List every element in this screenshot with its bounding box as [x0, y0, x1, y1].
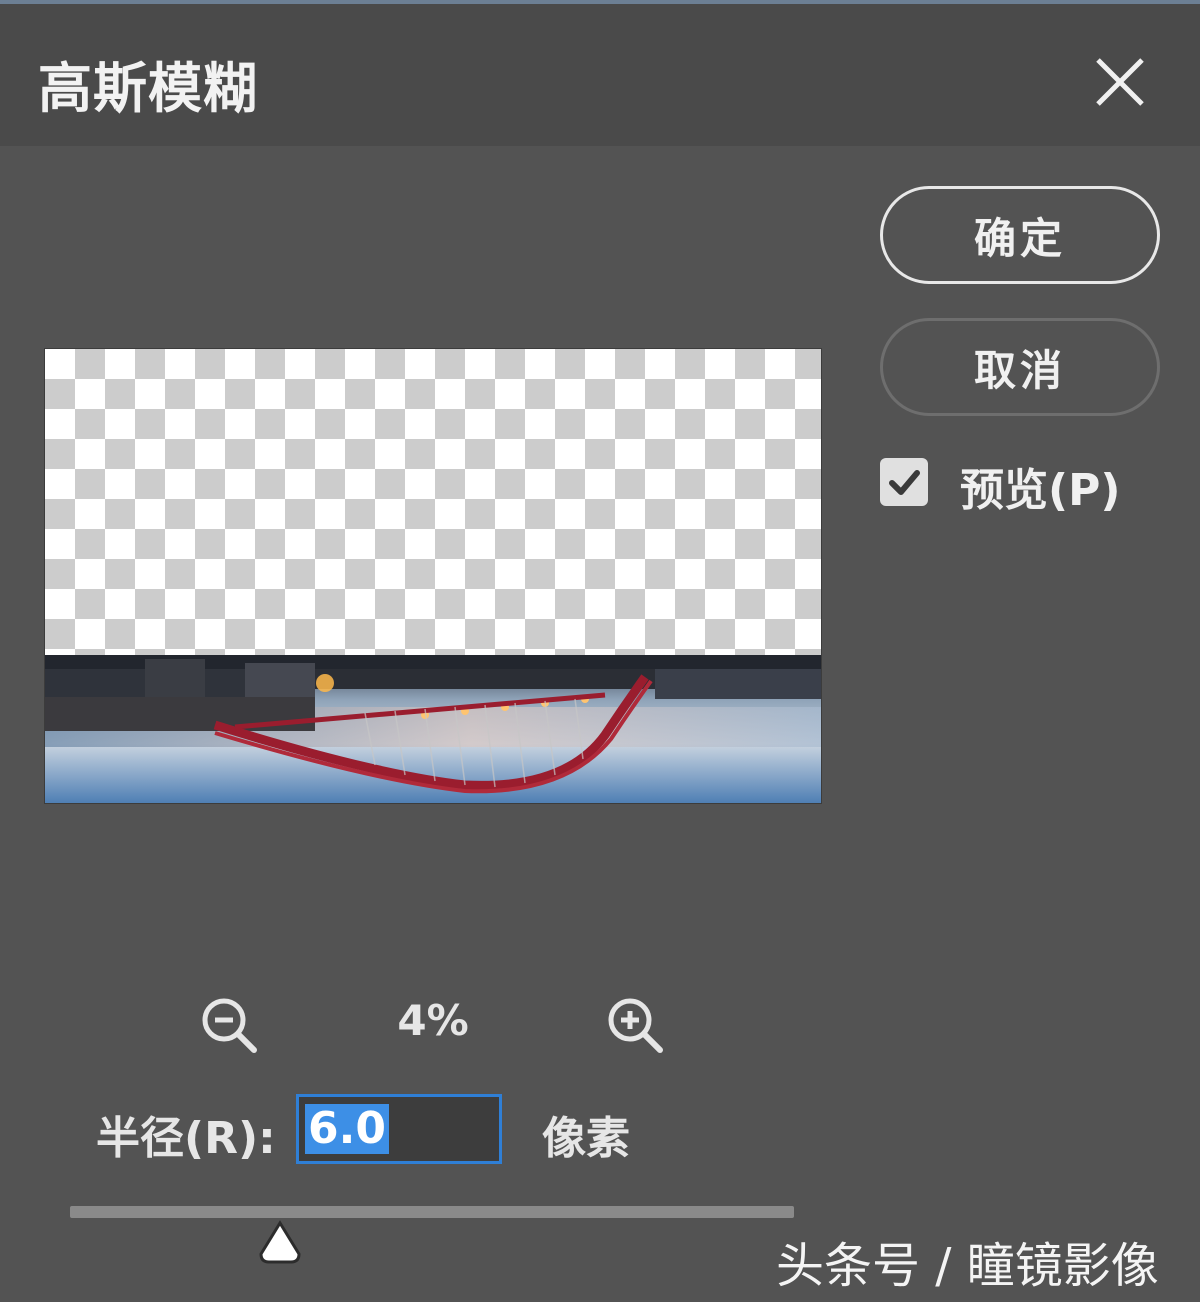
transparency-checkerboard [45, 349, 821, 655]
radius-input[interactable]: 6.0 [296, 1094, 502, 1164]
preview-pane[interactable] [44, 348, 822, 804]
dialog-titlebar: 高斯模糊 [0, 4, 1200, 146]
radius-value: 6.0 [305, 1104, 389, 1154]
zoom-in-icon[interactable] [604, 994, 666, 1056]
dialog-title: 高斯模糊 [38, 57, 258, 120]
zoom-level: 4% [397, 996, 469, 1045]
radius-unit-label: 像素 [542, 1113, 630, 1164]
checkmark-icon [889, 470, 920, 495]
zoom-out-icon[interactable] [198, 994, 260, 1056]
ok-button[interactable]: 确定 [880, 186, 1160, 284]
watermark-text: 头条号 / 瞳镜影像 [776, 1238, 1159, 1294]
radius-slider-thumb[interactable] [257, 1220, 303, 1266]
preview-image [45, 655, 821, 803]
close-icon[interactable] [1088, 50, 1152, 114]
radius-label: 半径(R): [96, 1113, 276, 1164]
cancel-button[interactable]: 取消 [880, 318, 1160, 416]
preview-checkbox-label: 预览(P) [960, 465, 1121, 516]
preview-checkbox[interactable] [880, 458, 928, 506]
radius-slider-track[interactable] [70, 1206, 794, 1218]
